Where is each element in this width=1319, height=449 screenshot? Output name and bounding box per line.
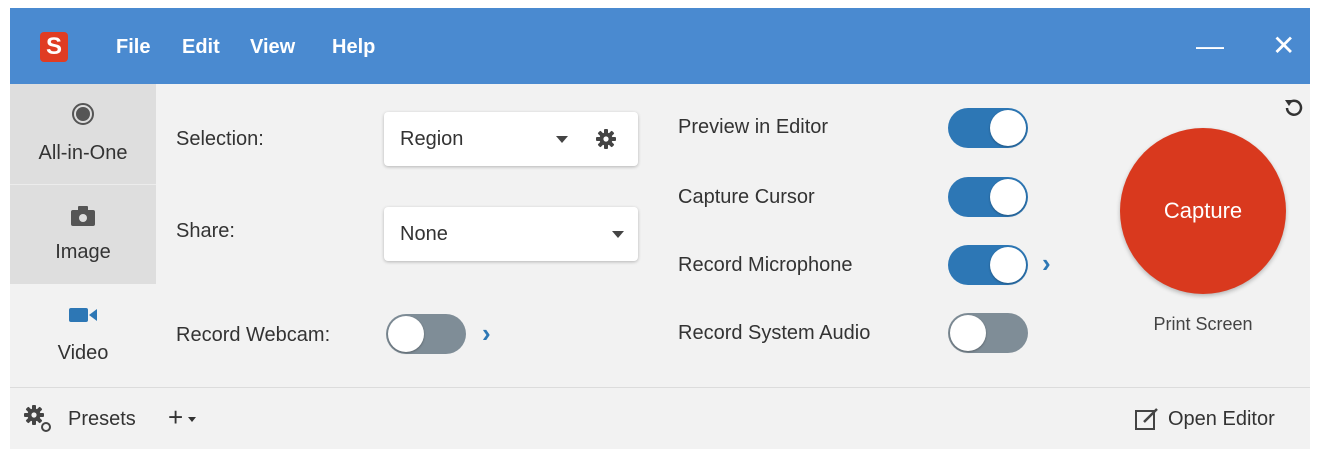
- sidebar-item-image[interactable]: Image: [10, 184, 156, 285]
- minimize-icon[interactable]: —: [1196, 30, 1224, 62]
- record-webcam-toggle[interactable]: [386, 314, 466, 354]
- title-bar: S File Edit View Help — ✕: [10, 8, 1310, 84]
- close-icon[interactable]: ✕: [1272, 30, 1295, 62]
- chevron-down-icon[interactable]: [188, 417, 196, 422]
- capture-window: S File Edit View Help — ✕ All-in-One Ima…: [10, 8, 1310, 449]
- menu-help[interactable]: Help: [332, 36, 375, 59]
- video-camera-icon: [69, 308, 97, 322]
- record-webcam-label: Record Webcam:: [176, 324, 331, 346]
- selection-label: Selection:: [176, 128, 264, 150]
- sidebar-item-label: All-in-One: [38, 142, 128, 164]
- record-system-audio-toggle[interactable]: [948, 313, 1028, 353]
- menu-edit[interactable]: Edit: [182, 36, 220, 59]
- sidebar-item-video[interactable]: Video: [10, 284, 156, 387]
- share-value: None: [400, 223, 448, 245]
- gear-icon[interactable]: [596, 129, 616, 149]
- capture-cursor-toggle[interactable]: [948, 177, 1028, 217]
- add-preset-button[interactable]: +: [168, 402, 183, 433]
- all-in-one-icon: [72, 103, 94, 125]
- selection-dropdown[interactable]: Region: [384, 112, 638, 166]
- capture-button[interactable]: Capture: [1120, 128, 1286, 294]
- share-label: Share:: [176, 220, 235, 242]
- presets-gear-icon: [24, 405, 51, 432]
- share-dropdown[interactable]: None: [384, 207, 638, 261]
- mode-sidebar: All-in-One Image Video: [10, 84, 156, 387]
- capture-cursor-label: Capture Cursor: [678, 186, 815, 208]
- chevron-down-icon: [556, 136, 568, 143]
- record-microphone-toggle[interactable]: [948, 245, 1028, 285]
- open-editor-icon: [1135, 408, 1158, 430]
- chevron-down-icon: [612, 231, 624, 238]
- camera-icon: [71, 206, 95, 226]
- app-logo-icon: S: [40, 32, 68, 62]
- record-microphone-label: Record Microphone: [678, 254, 853, 276]
- reset-icon[interactable]: [1282, 96, 1306, 120]
- chevron-right-icon[interactable]: ›: [482, 318, 491, 349]
- sidebar-item-label: Video: [57, 342, 109, 364]
- chevron-right-icon[interactable]: ›: [1042, 248, 1051, 279]
- menu-view[interactable]: View: [250, 36, 295, 59]
- presets-button[interactable]: Presets: [68, 408, 136, 431]
- record-system-audio-label: Record System Audio: [678, 322, 871, 344]
- preview-in-editor-toggle[interactable]: [948, 108, 1028, 148]
- open-editor-button[interactable]: Open Editor: [1168, 408, 1275, 431]
- sidebar-item-label: Image: [55, 241, 111, 263]
- capture-shortcut: Print Screen: [1153, 314, 1253, 334]
- sidebar-item-all-in-one[interactable]: All-in-One: [10, 84, 156, 184]
- preview-in-editor-label: Preview in Editor: [678, 116, 829, 138]
- capture-button-label: Capture: [1163, 198, 1243, 223]
- selection-value: Region: [400, 128, 464, 150]
- footer-bar: Presets + Open Editor: [10, 387, 1310, 449]
- menu-file[interactable]: File: [116, 36, 150, 59]
